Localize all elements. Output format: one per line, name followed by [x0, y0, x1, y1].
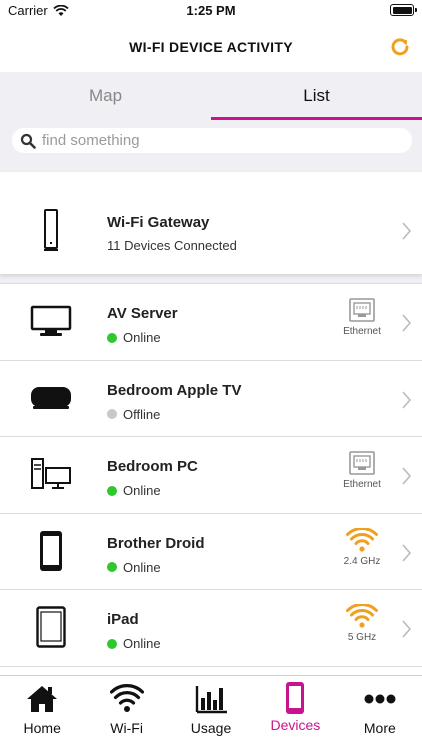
apple-tv-icon [29, 376, 73, 420]
device-name: iPad [107, 611, 139, 628]
connection-type: Ethernet [336, 451, 388, 490]
online-dot [107, 332, 117, 343]
status-time: 1:25 PM [186, 3, 236, 18]
device-status: Online [107, 636, 161, 651]
wifi-signal-icon [346, 604, 378, 628]
device-status: Online [107, 560, 161, 575]
home-icon [27, 686, 58, 712]
chevron-right-icon [402, 222, 412, 240]
device-row[interactable]: AV Server Online Ethernet [0, 283, 422, 360]
phone-icon [29, 529, 73, 573]
page-title: WI-FI DEVICE ACTIVITY [129, 39, 293, 55]
refresh-icon[interactable] [388, 35, 412, 59]
usage-chart-icon [195, 686, 228, 714]
desktop-pc-icon [29, 452, 73, 496]
chevron-right-icon [402, 543, 412, 562]
device-status-text: Online [123, 330, 161, 345]
tabbar-label: More [363, 720, 396, 736]
tabbar-label: Devices [270, 717, 321, 733]
devices-icon [286, 682, 305, 714]
device-status: Online [107, 483, 161, 498]
tabbar-wifi[interactable]: Wi-Fi [84, 676, 168, 750]
device-name: Brother Droid [107, 534, 205, 552]
device-status: Offline [107, 407, 160, 422]
tabbar-more[interactable]: More [338, 676, 422, 750]
nav-header: WI-FI DEVICE ACTIVITY [0, 22, 422, 72]
connection-label: 2.4 GHz [343, 555, 381, 567]
ethernet-icon [349, 298, 375, 322]
wifi-signal-icon [346, 527, 378, 552]
tabbar-label: Usage [190, 720, 232, 736]
device-name: AV Server [107, 305, 178, 322]
device-status-text: Online [123, 559, 161, 575]
ethernet-icon [349, 451, 375, 475]
bottom-tab-bar: Home Wi-Fi Usage Devices More [0, 675, 422, 750]
online-dot [107, 562, 117, 572]
battery-icon [390, 4, 417, 16]
tabbar-devices[interactable]: Devices [253, 676, 337, 750]
gateway-name: Wi-Fi Gateway [107, 214, 210, 231]
device-name: Bedroom Apple TV [107, 381, 242, 399]
wifi-icon [109, 684, 144, 712]
search-icon [20, 133, 36, 149]
device-list: Wi-Fi Gateway 11 Devices Connected AV Se… [0, 172, 422, 686]
online-dot [107, 638, 117, 649]
chevron-right-icon [402, 620, 412, 638]
tab-map[interactable]: Map [0, 72, 211, 120]
device-status-text: Offline [123, 406, 161, 422]
device-status-text: Online [123, 483, 161, 498]
device-status-text: Online [123, 636, 161, 651]
search-field [12, 128, 412, 153]
gateway-icon [29, 208, 73, 252]
connection-type: Ethernet [336, 298, 388, 337]
search-input[interactable] [42, 132, 402, 149]
connection-type: 5 GHz [336, 604, 388, 643]
device-row[interactable]: iPad Online 5 GHz [0, 589, 422, 666]
search-bar [0, 120, 422, 162]
device-row[interactable]: Bedroom PC Online Ethernet [0, 436, 422, 513]
chevron-right-icon [402, 390, 412, 409]
tabbar-label: Wi-Fi [110, 720, 143, 736]
monitor-icon [29, 299, 73, 343]
gateway-subtitle: 11 Devices Connected [107, 238, 237, 253]
connection-label: 5 GHz [347, 632, 377, 643]
connection-label: Ethernet [343, 479, 381, 490]
view-tabs: Map List [0, 72, 422, 120]
more-icon [364, 694, 396, 704]
online-dot [107, 485, 117, 496]
offline-dot [107, 409, 117, 419]
tabbar-home[interactable]: Home [0, 676, 84, 750]
tab-list[interactable]: List [211, 72, 422, 120]
gateway-row[interactable]: Wi-Fi Gateway 11 Devices Connected [0, 172, 422, 274]
tabbar-usage[interactable]: Usage [169, 676, 253, 750]
device-status: Online [107, 330, 161, 345]
connection-type: 2.4 GHz [336, 527, 388, 567]
tablet-icon [29, 605, 73, 649]
chevron-right-icon [402, 467, 412, 485]
device-name: Bedroom PC [107, 458, 198, 475]
device-row[interactable]: Brother Droid Online 2.4 GHz [0, 512, 422, 589]
chevron-right-icon [402, 314, 412, 332]
device-row[interactable]: Bedroom Apple TV Offline [0, 359, 422, 436]
status-bar: Carrier 1:25 PM [0, 0, 422, 22]
connection-label: Ethernet [343, 326, 381, 337]
tabbar-label: Home [23, 720, 61, 736]
gateway-device-count: 11 Devices Connected [107, 238, 237, 253]
